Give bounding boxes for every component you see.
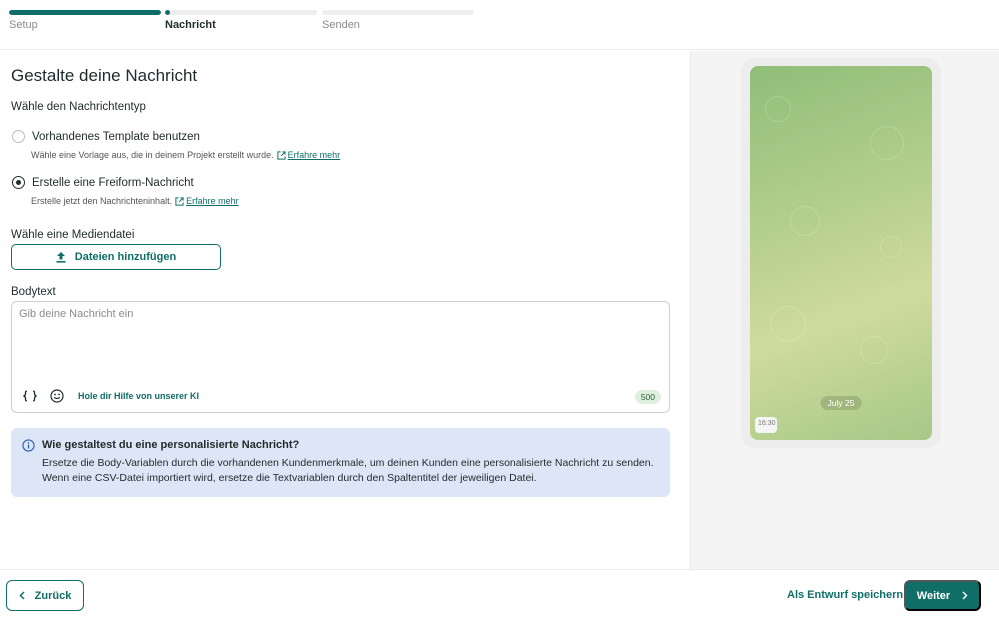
learn-more-link-template[interactable]: Erfahre mehr xyxy=(288,150,341,160)
next-label: Weiter xyxy=(916,589,951,602)
learn-more-link-freeform[interactable]: Erfahre mehr xyxy=(186,196,239,206)
option-template-help: Wähle eine Vorlage aus, die in deinem Pr… xyxy=(31,150,340,160)
footer-bar: Zurück Als Entwurf speichern Weiter xyxy=(0,569,999,621)
step-setup-label: Setup xyxy=(9,19,38,31)
option-freeform-label: Erstelle eine Freiform-Nachricht xyxy=(32,176,194,189)
option-freeform[interactable]: Erstelle eine Freiform-Nachricht xyxy=(12,176,194,189)
save-draft-button[interactable]: Als Entwurf speichern xyxy=(787,589,903,601)
media-label: Wähle eine Mediendatei xyxy=(11,229,135,241)
step-senden-bar xyxy=(322,10,474,15)
character-count-badge: 500 xyxy=(634,390,661,404)
option-freeform-help-text: Erstelle jetzt den Nachrichteninhalt. xyxy=(31,196,173,206)
message-time-bubble: 16:30 xyxy=(755,417,777,433)
external-link-icon xyxy=(175,196,184,206)
body-text-container: Hole dir Hilfe von unserer KI 500 xyxy=(11,301,670,413)
option-template[interactable]: Vorhandenes Template benutzen xyxy=(12,130,200,143)
info-icon xyxy=(22,439,35,452)
info-title: Wie gestaltest du eine personalisierte N… xyxy=(42,439,300,451)
message-type-label: Wähle den Nachrichtentyp xyxy=(11,101,146,113)
step-senden-label: Senden xyxy=(322,19,360,31)
next-button[interactable]: Weiter xyxy=(904,580,981,611)
step-setup: Setup xyxy=(9,10,161,31)
personalization-info-box: Wie gestaltest du eine personalisierte N… xyxy=(11,428,670,497)
message-preview-panel: July 25 16:30 xyxy=(690,51,999,569)
chat-background: July 25 16:30 xyxy=(750,66,932,440)
page-title: Gestalte deine Nachricht xyxy=(11,66,198,85)
option-freeform-help: Erstelle jetzt den Nachrichteninhalt. Er… xyxy=(31,196,239,206)
external-link-icon xyxy=(277,150,286,160)
back-button[interactable]: Zurück xyxy=(6,580,84,611)
emoji-button[interactable] xyxy=(49,388,65,404)
phone-mockup: July 25 16:30 xyxy=(741,58,941,448)
emoji-icon xyxy=(50,389,64,403)
info-text: Ersetze die Body-Variablen durch die vor… xyxy=(42,457,654,484)
chevron-right-icon xyxy=(962,591,968,600)
upload-icon xyxy=(56,251,66,263)
curly-braces-icon xyxy=(23,390,37,402)
option-template-help-text: Wähle eine Vorlage aus, die in deinem Pr… xyxy=(31,150,274,160)
progress-stepper: Setup Nachricht Senden xyxy=(0,0,999,50)
chevron-left-icon xyxy=(19,591,25,600)
option-template-label: Vorhandenes Template benutzen xyxy=(32,130,200,143)
step-nachricht-bar xyxy=(165,10,317,15)
step-senden: Senden xyxy=(322,10,474,31)
ai-help-link[interactable]: Hole dir Hilfe von unserer KI xyxy=(78,391,199,401)
message-form: Gestalte deine Nachricht Wähle den Nachr… xyxy=(0,51,690,569)
radio-template[interactable] xyxy=(12,130,25,143)
step-nachricht-label: Nachricht xyxy=(165,19,216,31)
radio-freeform[interactable] xyxy=(12,176,25,189)
add-files-button[interactable]: Dateien hinzufügen xyxy=(11,244,221,270)
back-label: Zurück xyxy=(34,589,72,602)
body-text-toolbar: Hole dir Hilfe von unserer KI xyxy=(22,388,199,404)
chat-date-pill: July 25 xyxy=(820,396,862,410)
body-text-input[interactable] xyxy=(19,308,659,378)
step-setup-bar xyxy=(9,10,161,15)
body-text-label: Bodytext xyxy=(11,286,56,298)
variables-button[interactable] xyxy=(22,388,38,404)
add-files-label: Dateien hinzufügen xyxy=(74,251,177,263)
step-nachricht: Nachricht xyxy=(165,10,317,31)
